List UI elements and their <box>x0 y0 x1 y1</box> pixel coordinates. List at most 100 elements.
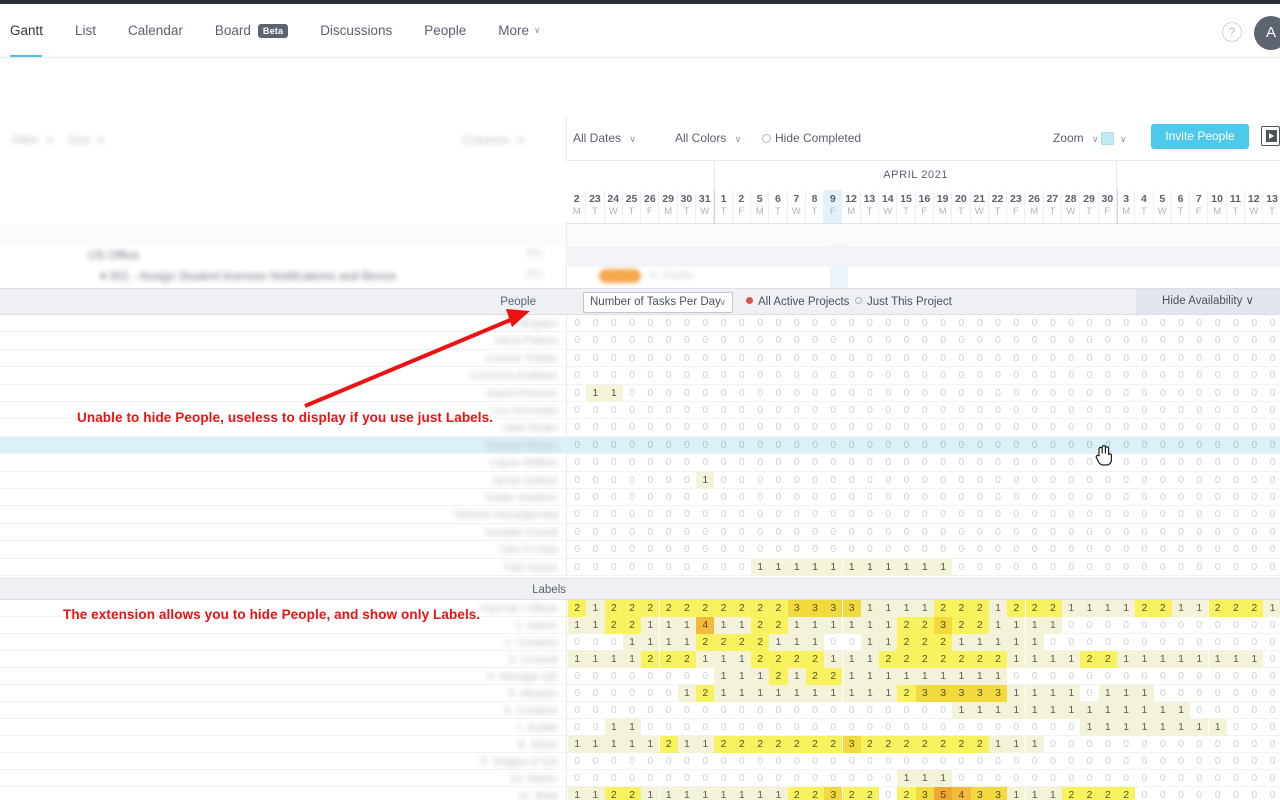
panel-toggle-icon[interactable] <box>1261 126 1280 146</box>
label-row[interactable]: 8. Silver 1 1 1 1 1 2 1 1 2 2 2 2 2 2 2 3 2 2 2 2 2 2 2 1 1 1 0 0 0 0 0… <box>0 736 1280 753</box>
people-cell: 0 <box>757 369 764 382</box>
label-row[interactable]: 10. Metric 0 0 0 0 0 0 0 0 0 0 0 0 0 0 0 0 0 0 1 1 1 0 0 0 0 0 0 0 0 0… <box>0 770 1280 787</box>
people-cell: 0 <box>1233 491 1239 503</box>
people-row[interactable]: Kadie Stubbon 0 0 0 0 0 0 0 0 0 0 0 0 0 0 0 0 0 0 0 0 0 0 0 0 0 0 0… <box>0 489 1280 507</box>
scope-this-label[interactable]: Just This Project <box>867 296 952 308</box>
label-row[interactable]: 9. Stages of QA 0 0 0 0 0 0 0 0 0 0 0 0 0 0 0 0 0 0 0 0 0 0 0 0 0… <box>0 753 1280 770</box>
people-cell: 0 <box>610 508 617 521</box>
people-cell: 0 <box>647 421 654 434</box>
label-row[interactable]: 3. Consult 1 1 1 1 2 2 2 1 1 1 2 2 2 2 1 1 1 2 2 2 2 2 2 2 1 1 1 1 2 2… <box>0 651 1280 668</box>
label-cell: 2 <box>1062 787 1081 800</box>
people-row[interactable]: Viktoria Vojnadjevska 0 0 0 0 0 0 0 0 0 0 0 0 0 0 0 0 0 0 0… <box>0 506 1280 524</box>
help-icon[interactable]: ? <box>1222 22 1242 42</box>
people-row[interactable]: Amabie Croodt 0 0 0 0 0 0 0 0 0 0 0 0 0 0 0 0 0 0 0 0 0 0 0 0 0 0 0… <box>0 524 1280 542</box>
timeline-day-weekday: M <box>1030 206 1039 217</box>
label-cell: 0 <box>1050 738 1056 750</box>
gantt-filter-2[interactable]: Sort ∨ <box>68 133 105 147</box>
label-row[interactable]: 11. Beta 1 1 2 2 1 1 1 1 1 1 1 1 2 2 3 2 2 0 2 3 5 4 3 3 1 1 1 2 2 2 2 0… <box>0 787 1280 800</box>
scope-this-radio[interactable] <box>855 297 862 304</box>
people-cell: 0 <box>1135 436 1154 455</box>
people-cell: 0 <box>848 543 855 556</box>
nav-item-discussions[interactable]: Discussions <box>304 4 408 57</box>
people-row[interactable]: Tidd Sayon 0 0 0 0 0 0 0 0 0 0 1 1 1 1 1 1 1 1 1 1 1 0 0 0 0 0 0 0 0 0… <box>0 558 1280 576</box>
people-cell: 0 <box>738 456 745 469</box>
people-cell: 0 <box>592 508 599 521</box>
label-cell: 0 <box>1159 619 1166 631</box>
timeline-day-number: 30 <box>1101 193 1114 205</box>
timeline-day-weekday: T <box>866 206 873 217</box>
label-cell: 1 <box>641 787 660 800</box>
label-cell: 0 <box>1086 738 1093 750</box>
label-row[interactable]: 2. Creative 0 0 0 1 1 1 1 2 2 2 2 1 1 1 0 0 1 1 2 2 2 1 1 1 1 1 0 0 0… <box>0 634 1280 651</box>
people-row[interactable]: Cosmine Arabben 0 0 0 0 0 0 0 0 0 0 0 0 0 0 0 0 0 0 0 0 0 0 0 0 0… <box>0 367 1280 385</box>
color-swatch-dropdown[interactable]: ∨ <box>1120 131 1127 145</box>
avatar[interactable]: A <box>1254 16 1280 50</box>
chevron-down-icon: ∨ <box>734 134 742 144</box>
label-cell: 1 <box>842 668 861 685</box>
label-row[interactable]: 5. Mission 0 0 0 0 0 0 1 2 1 1 1 1 1 1 1 1 1 1 2 3 3 3 3 3 1 1 1 1 0 1… <box>0 685 1280 702</box>
nav-item-gantt[interactable]: Gantt <box>0 4 59 57</box>
people-cell: 0 <box>921 386 928 399</box>
label-cell: 0 <box>1196 755 1203 767</box>
people-cell: 0 <box>702 386 709 399</box>
timeline-day-weekday: M <box>572 206 581 217</box>
people-row[interactable]: Jamie Stalton 0 0 0 0 0 0 0 1 0 0 0 0 0 0 0 0 0 0 0 0 0 0 0 0 0 0 0… <box>0 471 1280 489</box>
timeline-day-number: 6 <box>1177 193 1184 205</box>
label-cell: 1 <box>897 770 916 787</box>
nav-item-more[interactable]: More ∨ <box>482 4 556 57</box>
people-row[interactable]: Leo Brigden 0 0 0 0 0 0 0 0 0 0 0 0 0 0 0 0 0 0 0 0 0 0 0 0 0 0 0 0 0… <box>0 315 1280 333</box>
people-row[interactable]: Otto O Dela 0 0 0 0 0 0 0 0 0 0 0 0 0 0 0 0 0 0 0 0 0 0 0 0 0 0 0 0 0… <box>0 541 1280 559</box>
nav-item-calendar[interactable]: Calendar <box>112 4 199 57</box>
gantt-bar[interactable] <box>599 269 641 283</box>
label-cell: 1 <box>879 685 898 702</box>
color-swatch[interactable] <box>1101 132 1114 145</box>
people-cell: 0 <box>940 317 947 329</box>
people-cell: 0 <box>1013 491 1020 503</box>
people-cell: 0 <box>1104 560 1111 573</box>
gantt-columns-config[interactable]: Columns ∨ <box>462 133 525 147</box>
label-cell: 2 <box>568 600 587 617</box>
label-cell: 1 <box>641 617 660 634</box>
hide-availability-button[interactable]: Hide Availability ∨ <box>1136 289 1280 314</box>
all-dates-dropdown[interactable]: All Dates ∨ <box>573 131 636 145</box>
label-cell: 1 <box>915 600 934 617</box>
label-cell: 1 <box>970 634 989 651</box>
label-row[interactable]: 6. Creation 0 0 0 0 0 0 0 0 0 0 0 0 0 0 0 0 0 0 0 0 0 1 1 1 1 1 1 1 1… <box>0 702 1280 719</box>
people-row[interactable]: David Pherson 0 1 1 0 0 0 0 0 0 0 0 0 0 0 0 0 0 0 0 0 0 0 0 0 0 0 0… <box>0 384 1280 402</box>
people-cell: 0 <box>1013 334 1020 347</box>
people-cell: 0 <box>1233 525 1239 538</box>
people-row[interactable]: Liquor Wilbert 0 0 0 0 0 0 0 0 0 0 0 0 0 0 0 0 0 0 0 0 0 0 0 0 0 0… <box>0 454 1280 472</box>
people-row[interactable]: Conner Tribbin 0 0 0 0 0 0 0 0 0 0 0 0 0 0 0 0 0 0 0 0 0 0 0 0 0 0… <box>0 350 1280 368</box>
invite-people-button[interactable]: Invite People <box>1151 124 1249 149</box>
nav-item-board[interactable]: Board Beta <box>199 4 304 57</box>
people-cell: 0 <box>867 421 873 434</box>
people-cell: 0 <box>568 436 587 455</box>
people-cell: 0 <box>1196 421 1203 434</box>
timeline-day-number: 7 <box>793 193 800 205</box>
timeline-day-weekday: T <box>775 206 781 217</box>
label-cell: 1 <box>824 617 843 634</box>
nav-item-people[interactable]: People <box>408 4 482 57</box>
people-cell: 0 <box>1159 317 1166 329</box>
label-cell: 1 <box>1062 685 1081 702</box>
label-cell: 0 <box>684 704 690 716</box>
label-row[interactable]: 4. Manage QA 0 0 0 0 0 0 0 0 1 1 1 2 1 2 2 1 1 1 1 1 1 1 1 1 0 0 0 0… <box>0 668 1280 685</box>
scope-all-label[interactable]: All Active Projects <box>758 296 849 308</box>
people-cell: 0 <box>995 473 1001 486</box>
nav-item-list[interactable]: List <box>59 4 112 57</box>
people-metric-select[interactable]: Number of Tasks Per Day ∨ <box>583 292 733 313</box>
people-row[interactable]: Edward Bolton 0 0 0 0 0 0 0 0 0 0 0 0 0 0 0 0 0 0 0 0 0 0 0 0 0 0 0… <box>0 436 1280 455</box>
people-row[interactable]: Alicia Patson 0 0 0 0 0 0 0 0 0 0 0 0 0 0 0 0 0 0 0 0 0 0 0 0 0 0 0… <box>0 332 1280 350</box>
gantt-filter-1[interactable]: Filter ∨ <box>12 133 54 147</box>
person-name: David Pherson <box>485 387 558 400</box>
hide-completed-toggle[interactable]: Hide Completed <box>762 131 861 145</box>
label-cell: 3 <box>787 600 806 617</box>
all-colors-dropdown[interactable]: All Colors ∨ <box>675 131 741 145</box>
people-cell: 0 <box>1233 386 1239 399</box>
people-cell: 0 <box>940 421 947 434</box>
zoom-dropdown[interactable]: Zoom ∨ <box>1053 131 1099 145</box>
radio-circle-icon <box>762 134 771 143</box>
label-row[interactable]: 7. Audits 0 0 1 1 0 0 0 0 0 0 0 0 0 0 0 0 0 0 0 0 0 0 0 0 0 0 0 0 1 1 1… <box>0 719 1280 736</box>
timeline-day-weekday: T <box>720 206 727 217</box>
scope-all-radio[interactable] <box>746 297 753 304</box>
